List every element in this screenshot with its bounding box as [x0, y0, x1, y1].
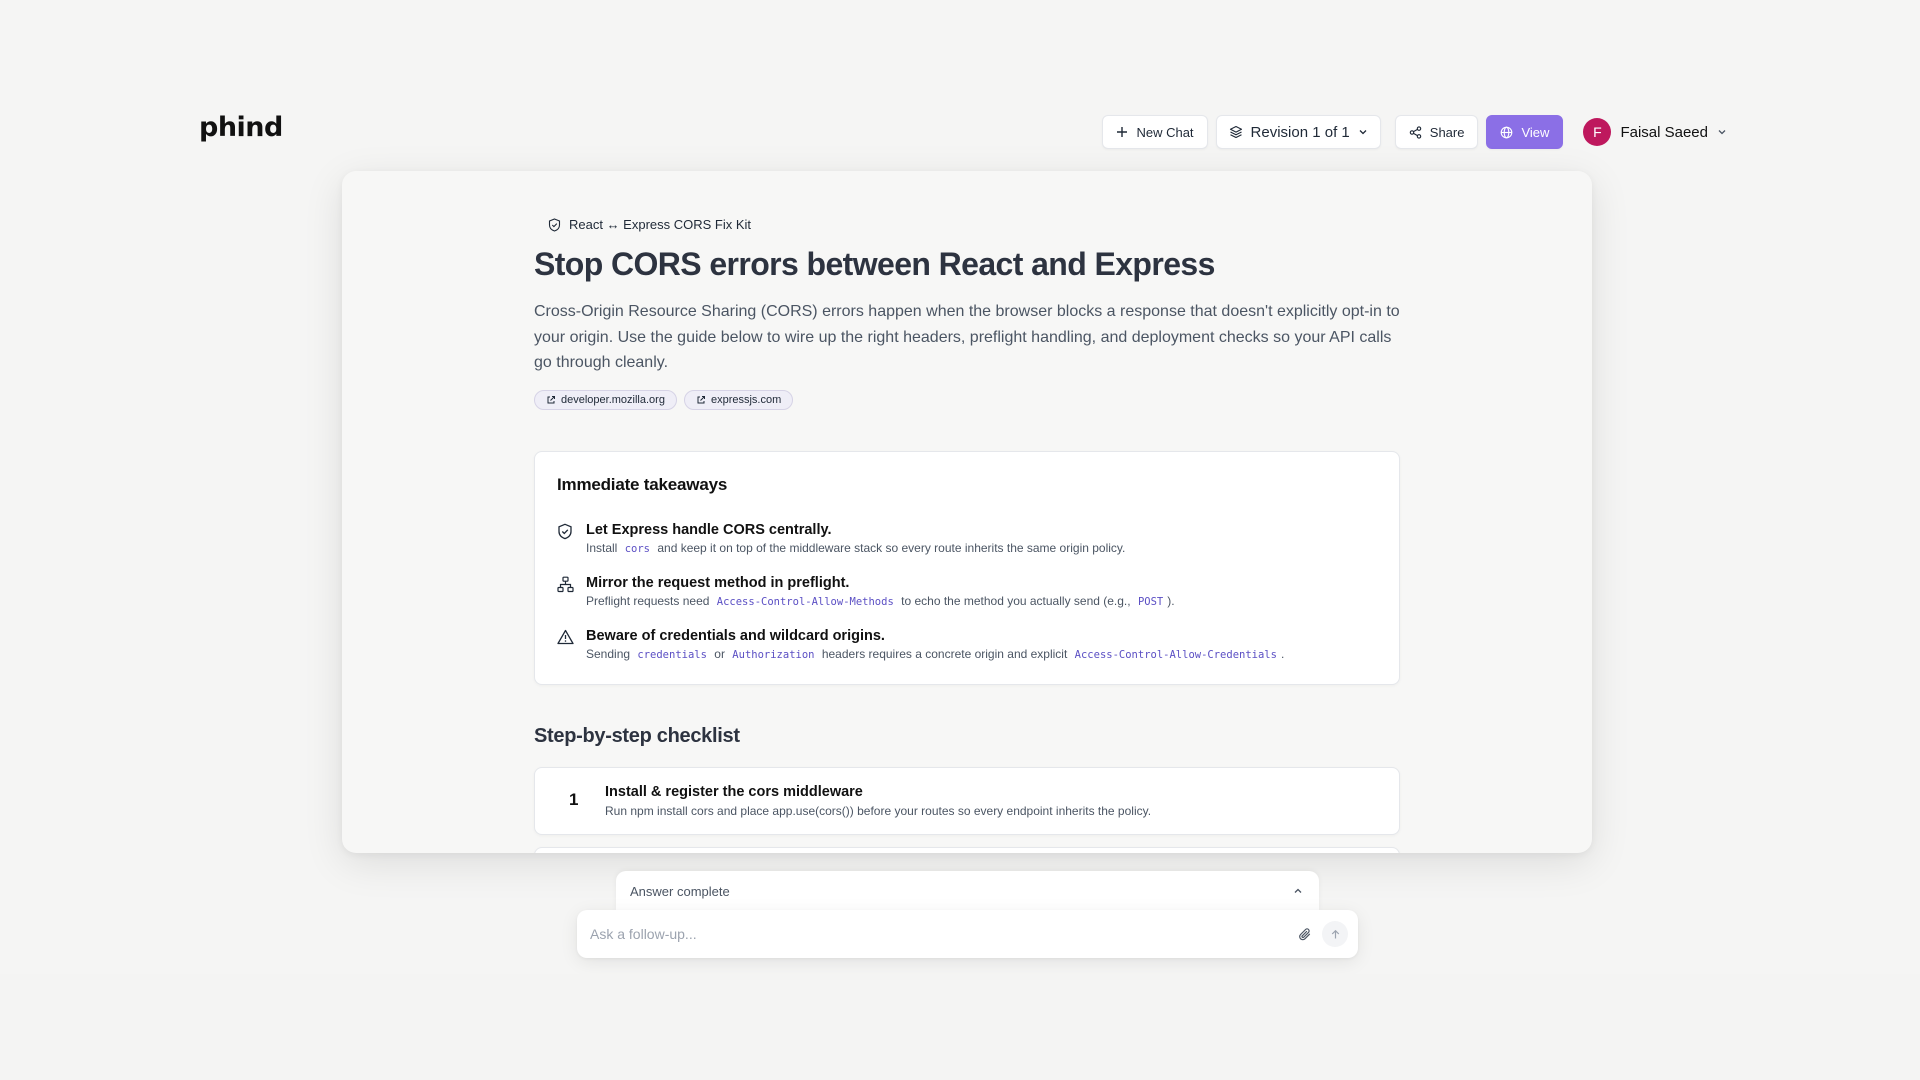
attach-button[interactable]	[1292, 921, 1318, 947]
takeaway-item: Beware of credentials and wildcard origi…	[557, 627, 1387, 664]
layers-icon	[1229, 125, 1242, 139]
arrow-up-icon	[1331, 929, 1339, 938]
shield-check-icon	[558, 523, 572, 540]
follow-up-composer	[577, 910, 1358, 958]
phind-logo[interactable]: phind	[199, 112, 283, 143]
revision-dropdown[interactable]: Revision 1 of 1	[1215, 115, 1381, 149]
answer-status-bar[interactable]: Answer complete	[616, 871, 1319, 911]
takeaway-item: Mirror the request method in preflight. …	[557, 574, 1387, 611]
avatar: F	[1583, 118, 1612, 146]
user-menu[interactable]: F Faisal Saeed	[1583, 118, 1727, 146]
footer-band	[0, 974, 1920, 1080]
takeaway-title: Mirror the request method in preflight.	[586, 575, 850, 591]
takeaway-title: Beware of credentials and wildcard origi…	[586, 628, 885, 644]
inline-code: Authorization	[732, 649, 815, 661]
plus-icon	[1117, 127, 1128, 137]
external-link-icon	[547, 396, 555, 404]
takeaway-desc: Preflight requests need Access-Control-A…	[586, 594, 1175, 608]
kit-label: React ↔ Express CORS Fix Kit	[548, 217, 751, 232]
inline-code: POST	[1137, 596, 1164, 608]
network-icon	[557, 576, 574, 593]
takeaways-panel: Immediate takeaways Let Express handle C…	[534, 451, 1400, 685]
follow-up-input[interactable]	[588, 925, 1292, 943]
new-chat-label: New Chat	[1136, 124, 1194, 140]
source-chip[interactable]: expressjs.com	[683, 390, 794, 410]
checklist-step[interactable]	[534, 847, 1400, 853]
takeaway-item: Let Express handle CORS centrally. Insta…	[557, 521, 1387, 558]
inline-code: cors	[624, 543, 650, 555]
source-chip-label: expressjs.com	[710, 394, 782, 406]
view-button[interactable]: View	[1486, 115, 1564, 149]
answer-status: Answer complete	[630, 883, 730, 899]
intro-paragraph: Cross-Origin Resource Sharing (CORS) err…	[534, 303, 1400, 371]
globe-icon	[1501, 126, 1513, 138]
takeaway-desc: Sending credentials or Authorization hea…	[586, 647, 1285, 661]
share-label: Share	[1429, 124, 1465, 140]
takeaway-desc: Install cors and keep it on top of the m…	[586, 541, 1126, 555]
kit-label-text: React ↔ Express CORS Fix Kit	[569, 217, 752, 232]
paperclip-icon	[1299, 927, 1311, 940]
chevron-up-icon	[1294, 888, 1302, 893]
share-icon	[1409, 125, 1422, 139]
external-link-icon	[697, 396, 705, 404]
takeaways-title: Immediate takeaways	[557, 475, 728, 494]
step-desc: Run npm install cors and place app.use(c…	[605, 804, 1152, 818]
share-button[interactable]: Share	[1394, 115, 1479, 149]
source-chip-label: developer.mozilla.org	[561, 394, 665, 406]
new-chat-button[interactable]: New Chat	[1102, 115, 1208, 149]
view-label: View	[1521, 124, 1550, 140]
checklist-title: Step-by-step checklist	[534, 725, 740, 747]
chevron-down-icon	[1359, 130, 1367, 135]
takeaway-title: Let Express handle CORS centrally.	[586, 522, 832, 538]
inline-code: Access-Control-Allow-Methods	[716, 596, 894, 608]
chevron-down-icon	[1718, 130, 1726, 135]
source-chips: developer.mozilla.org expressjs.com	[534, 390, 794, 410]
step-title: Install & register the cors middleware	[605, 784, 863, 800]
source-chip[interactable]: developer.mozilla.org	[534, 390, 677, 410]
inline-code: Access-Control-Allow-Credentials	[1074, 649, 1277, 661]
answer-card: React ↔ Express CORS Fix Kit Stop CORS e…	[342, 171, 1592, 853]
inline-code: credentials	[637, 649, 707, 661]
shield-check-icon	[548, 217, 561, 232]
page-title: Stop CORS errors between React and Expre…	[534, 246, 1215, 282]
top-toolbar: New Chat Revision 1 of 1 Share View F Fa…	[1102, 115, 1727, 149]
revision-label: Revision 1 of 1	[1250, 123, 1350, 141]
send-button[interactable]	[1322, 921, 1348, 947]
checklist-step[interactable]: 1 Install & register the cors middleware…	[534, 767, 1400, 835]
user-name: Faisal Saeed	[1620, 123, 1708, 141]
warning-icon	[557, 629, 574, 645]
step-number: 1	[569, 790, 579, 809]
